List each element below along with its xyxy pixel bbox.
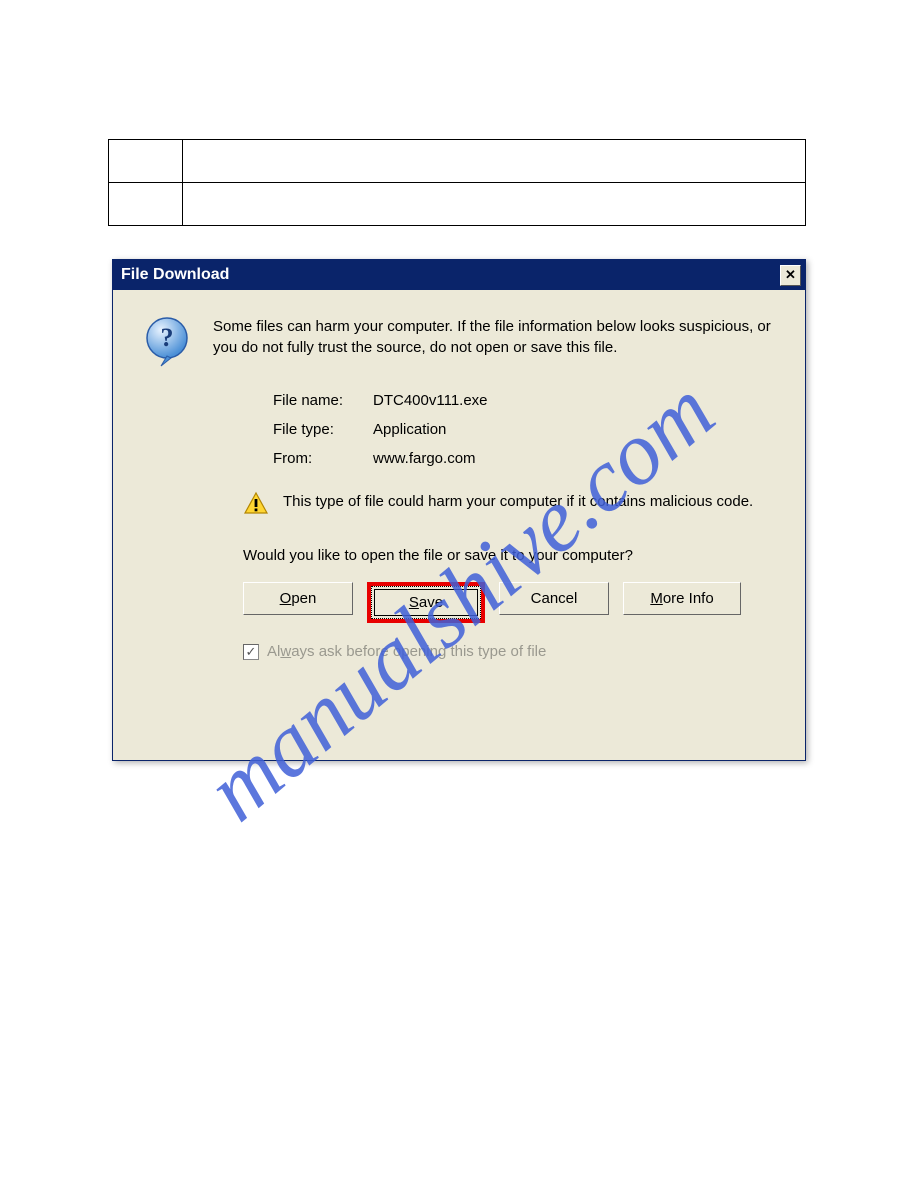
file-name-label: File name: bbox=[273, 392, 373, 409]
warning-message: Some files can harm your computer. If th… bbox=[213, 316, 775, 368]
document-table bbox=[108, 139, 806, 226]
from-value: www.fargo.com bbox=[373, 450, 476, 467]
always-ask-label: Always ask before opening this type of f… bbox=[267, 643, 546, 660]
buttons-row: Open Save Cancel More Info bbox=[243, 582, 775, 623]
file-download-dialog: File Download ✕ ? Some fi bbox=[112, 259, 806, 761]
from-label: From: bbox=[273, 450, 373, 467]
question-icon: ? bbox=[143, 316, 195, 368]
more-info-button[interactable]: More Info bbox=[623, 582, 741, 615]
file-name-value: DTC400v111.exe bbox=[373, 392, 488, 409]
close-button[interactable]: ✕ bbox=[780, 265, 801, 286]
open-button[interactable]: Open bbox=[243, 582, 353, 615]
always-ask-checkbox[interactable]: ✓ bbox=[243, 644, 259, 660]
dialog-body: ? Some files can harm your computer. If … bbox=[113, 290, 805, 678]
dialog-title: File Download bbox=[121, 266, 229, 284]
save-button[interactable]: Save bbox=[371, 586, 481, 619]
file-info-block: File name: DTC400v111.exe File type: App… bbox=[273, 392, 775, 467]
warning-icon bbox=[243, 491, 269, 521]
svg-text:?: ? bbox=[161, 323, 174, 352]
close-icon: ✕ bbox=[785, 267, 796, 283]
titlebar[interactable]: File Download ✕ bbox=[113, 260, 805, 290]
save-button-highlight: Save bbox=[367, 582, 485, 623]
prompt-text: Would you like to open the file or save … bbox=[243, 547, 775, 564]
file-type-value: Application bbox=[373, 421, 446, 438]
harm-warning-text: This type of file could harm your comput… bbox=[283, 491, 753, 512]
always-ask-row: ✓ Always ask before opening this type of… bbox=[243, 643, 775, 660]
file-type-label: File type: bbox=[273, 421, 373, 438]
cancel-button[interactable]: Cancel bbox=[499, 582, 609, 615]
